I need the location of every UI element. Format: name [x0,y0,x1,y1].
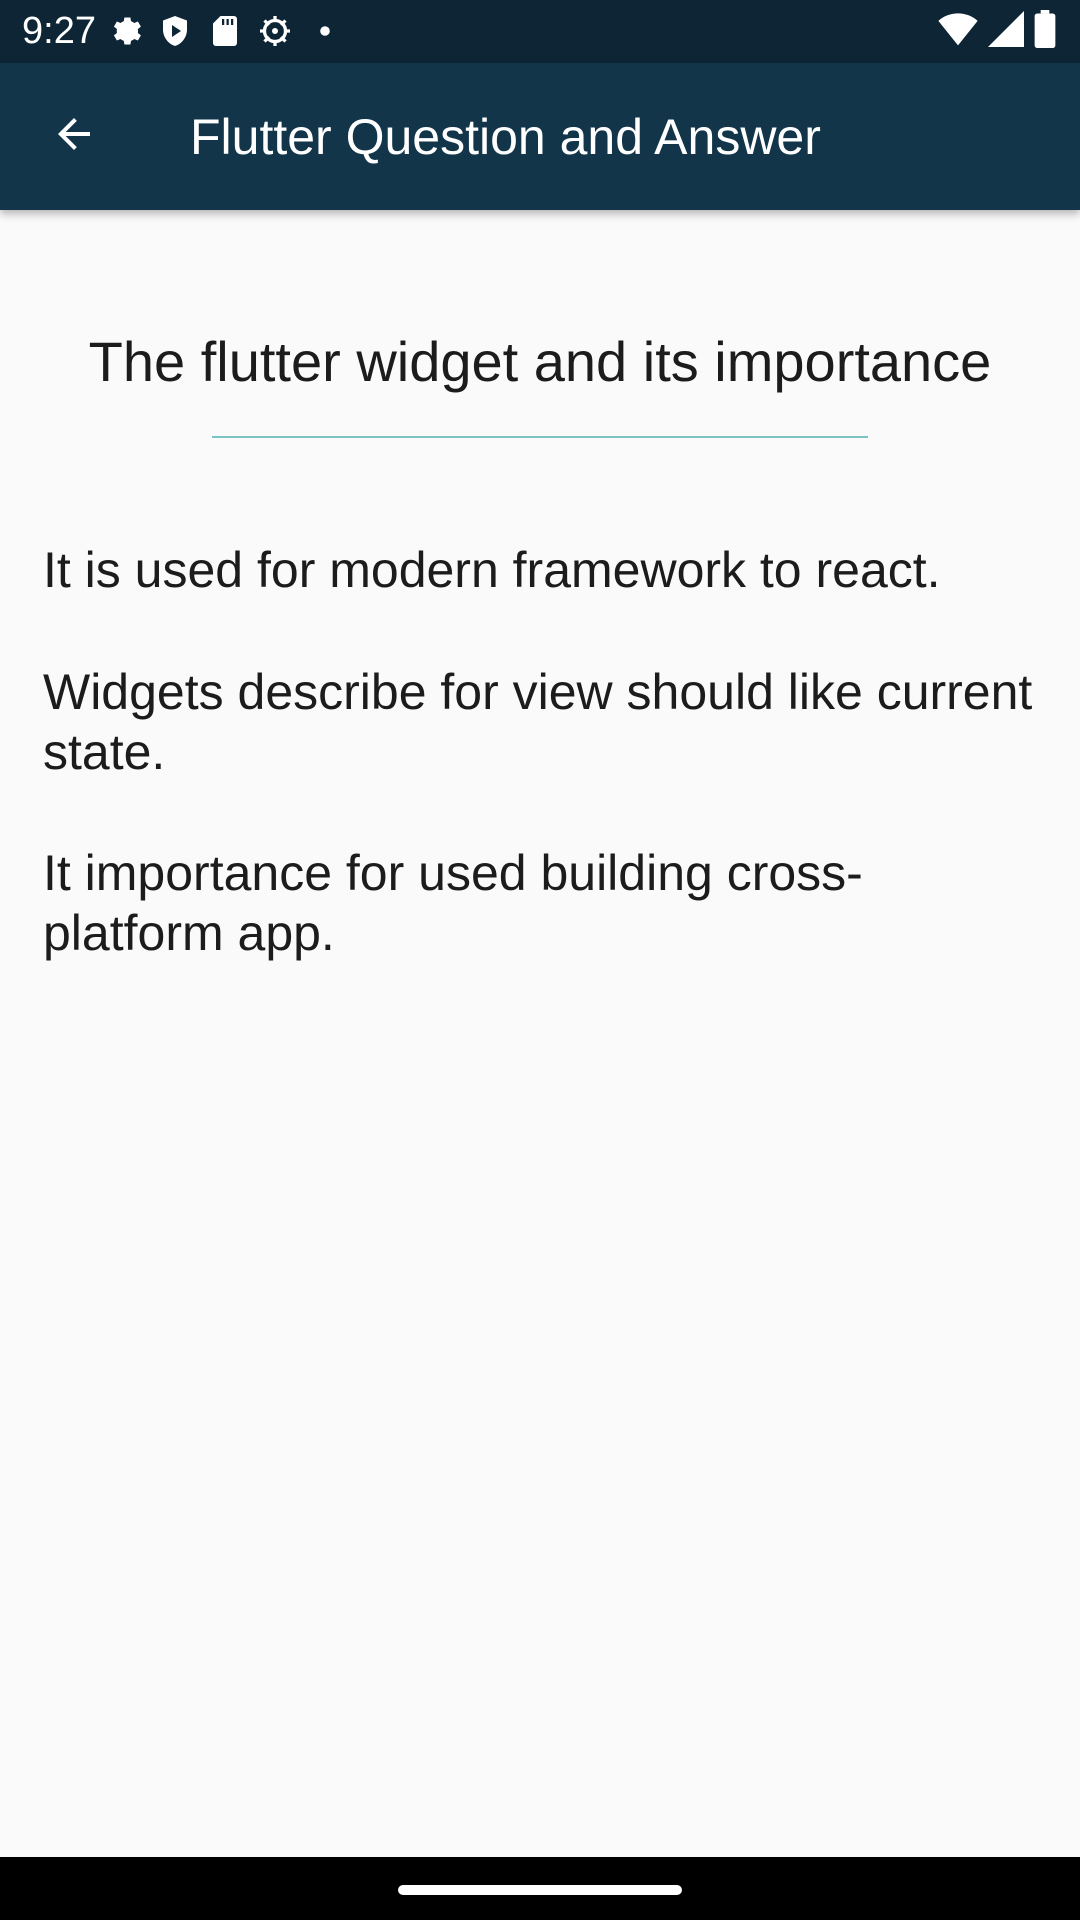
notification-dot-icon [307,12,343,50]
status-bar: 9:27 [0,0,1080,63]
home-indicator[interactable] [398,1885,682,1895]
signal-icon [988,10,1024,52]
answer-line: It importance for used building cross-pl… [43,845,863,961]
question-title: The flutter widget and its importance [88,330,992,393]
arrow-back-icon [50,110,98,163]
answer-line: Widgets describe for view should like cu… [43,664,1033,780]
status-icons-right [938,9,1056,53]
shield-icon [157,12,193,50]
debug-gear-icon [257,12,293,50]
answer-line: It is used for modern framework to react… [43,542,941,598]
status-icons-left [107,12,343,50]
sd-card-icon [207,12,243,50]
app-bar-title: Flutter Question and Answer [190,109,821,165]
back-button[interactable] [24,100,124,172]
system-nav-bar [0,1857,1080,1920]
title-divider [212,436,868,438]
wifi-icon [938,11,978,52]
battery-icon [1034,9,1056,53]
settings-gear-icon [107,12,143,50]
content-area: The flutter widget and its importance It… [0,210,1080,1857]
status-time: 9:27 [22,10,96,52]
app-bar: Flutter Question and Answer [0,63,1080,210]
